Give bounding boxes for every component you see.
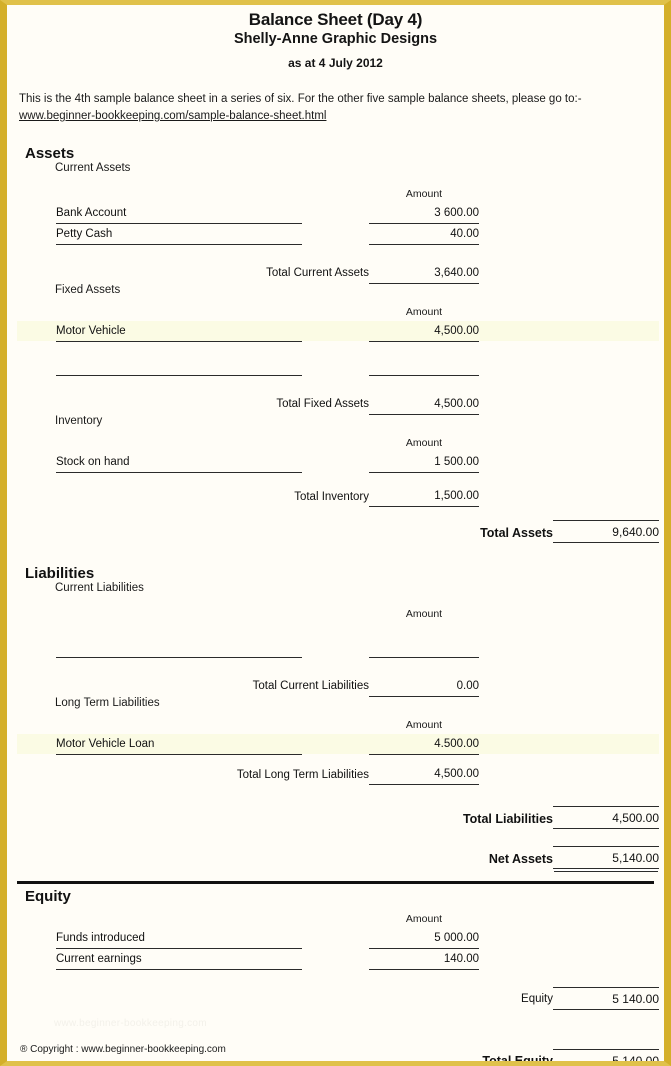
- line-item-amount[interactable]: [369, 355, 479, 376]
- group-label-inventory: Inventory: [55, 414, 103, 427]
- line-item-label[interactable]: Current earnings: [56, 948, 302, 970]
- line-item-amount[interactable]: 5 000.00: [369, 927, 479, 949]
- page-title: Balance Sheet (Day 4): [248, 10, 423, 29]
- group-label-current-assets: Current Assets: [55, 162, 131, 174]
- grand-total-row: Total Liabilities 4,500.00: [17, 806, 659, 829]
- line-item-amount[interactable]: 4,500.00: [369, 320, 479, 342]
- line-item-label[interactable]: Funds introduced: [56, 927, 302, 949]
- line-item-label[interactable]: Petty Cash: [56, 223, 302, 245]
- table-row: Funds introduced 5 000.00: [17, 927, 659, 949]
- table-row: Petty Cash 40.00: [17, 223, 659, 245]
- line-item-label[interactable]: Stock on hand: [56, 451, 302, 473]
- total-assets-amount: 9,640.00: [553, 520, 659, 543]
- net-assets-row: Net Assets 5,140.00: [17, 846, 659, 869]
- total-liabilities-amount: 4,500.00: [553, 806, 659, 829]
- line-item-label[interactable]: [56, 637, 302, 658]
- line-item-amount[interactable]: [369, 637, 479, 658]
- equity-subtotal-amount: 5 140.00: [553, 986, 659, 1010]
- line-item-label[interactable]: [56, 355, 302, 376]
- subtotal-label: Total Fixed Assets: [276, 398, 369, 410]
- equity-subtotal-label: Equity: [521, 993, 553, 1005]
- intro-text: This is the 4th sample balance sheet in …: [19, 93, 582, 105]
- subtotal-row: Total Current Assets 3,640.00: [17, 262, 659, 284]
- equity-table: Amount Funds introduced 5 000.00 Current…: [17, 905, 659, 1066]
- company-name: Shelly-Anne Graphic Designs: [233, 31, 438, 47]
- statement-date: as at 4 July 2012: [288, 56, 383, 70]
- total-equity-amount: 5,140.00: [553, 1048, 659, 1061]
- table-row: Current earnings 140.00: [17, 948, 659, 970]
- grand-total-row: Total Assets 9,640.00: [17, 520, 659, 543]
- subtotal-label: Total Long Term Liabilities: [236, 768, 369, 781]
- line-item-amount[interactable]: 40.00: [369, 223, 479, 245]
- line-item-amount[interactable]: 140.00: [369, 948, 479, 970]
- table-row: Motor Vehicle Loan 4.500.00: [17, 733, 659, 755]
- subtotal-row: Total Long Term Liabilities 4,500.00: [17, 764, 659, 785]
- inventory-table: Amount Stock on hand 1 500.00 Total Inve…: [17, 427, 659, 543]
- current-liabilities-table: Amount Total Current Liabilities 0.00: [17, 594, 659, 697]
- subtotal-row: Total Fixed Assets 4,500.00: [17, 393, 659, 415]
- line-item-label[interactable]: Motor Vehicle: [56, 320, 302, 342]
- total-equity-label: Total Equity: [482, 1054, 553, 1066]
- watermark: www.beginner-bookkeeping.com: [54, 1018, 207, 1029]
- line-item-amount[interactable]: 3 600.00: [369, 203, 479, 224]
- sample-balance-sheet-link[interactable]: www.beginner-bookkeeping.com/sample-bala…: [19, 108, 326, 125]
- net-assets-amount: 5,140.00: [553, 846, 659, 869]
- total-liabilities-label: Total Liabilities: [462, 811, 553, 826]
- balance-sheet-body: Balance Sheet (Day 4) Shelly-Anne Graphi…: [7, 5, 664, 1061]
- net-assets-label: Net Assets: [488, 851, 553, 866]
- group-label-fixed-assets: Fixed Assets: [55, 283, 121, 296]
- subtotal-row: Total Current Liabilities 0.00: [17, 675, 659, 697]
- table-row: Stock on hand 1 500.00: [17, 451, 659, 473]
- line-item-label[interactable]: Bank Account: [56, 203, 302, 224]
- subtotal-amount: 1,500.00: [369, 486, 479, 507]
- subtotal-amount: 4,500.00: [369, 393, 479, 415]
- line-item-amount[interactable]: 4.500.00: [369, 733, 479, 755]
- section-title-liabilities: Liabilities: [25, 565, 95, 582]
- line-item-amount[interactable]: 1 500.00: [369, 451, 479, 473]
- table-row: [17, 355, 659, 376]
- table-row: Bank Account 3 600.00: [17, 203, 659, 224]
- intro-paragraph: This is the 4th sample balance sheet in …: [17, 91, 654, 125]
- copyright-notice: ® Copyright : www.beginner-bookkeeping.c…: [20, 1044, 226, 1055]
- group-label-long-term-liabilities: Long Term Liabilities: [55, 696, 160, 709]
- equity-divider: [17, 880, 654, 884]
- current-assets-table: Amount Bank Account 3 600.00 Petty Cash …: [17, 174, 659, 284]
- group-label-current-liabilities: Current Liabilities: [55, 582, 144, 594]
- total-assets-label: Total Assets: [480, 525, 553, 540]
- table-row: Motor Vehicle 4,500.00: [17, 320, 659, 342]
- subtotal-row: Total Inventory 1,500.00: [17, 486, 659, 507]
- section-title-assets: Assets: [25, 145, 75, 162]
- amount-column-header: Amount: [405, 436, 443, 449]
- section-title-equity: Equity: [25, 887, 71, 905]
- amount-column-header: Amount: [405, 718, 443, 731]
- subtotal-amount: 0.00: [369, 675, 479, 697]
- line-item-label[interactable]: Motor Vehicle Loan: [56, 733, 302, 755]
- amount-column-header: Amount: [405, 912, 443, 925]
- subtotal-label: Total Current Assets: [266, 267, 369, 279]
- balance-sheet-page: Balance Sheet (Day 4) Shelly-Anne Graphi…: [0, 0, 671, 1066]
- long-term-liabilities-table: Amount Motor Vehicle Loan 4.500.00 Total…: [17, 709, 659, 881]
- fixed-assets-table: Amount Motor Vehicle 4,500.00 Total Fixe…: [17, 296, 659, 415]
- table-row: [17, 637, 659, 658]
- subtotal-label: Total Inventory: [294, 490, 369, 503]
- document-header: Balance Sheet (Day 4) Shelly-Anne Graphi…: [17, 5, 654, 72]
- subtotal-label: Total Current Liabilities: [252, 680, 369, 692]
- amount-column-header: Amount: [405, 188, 443, 200]
- subtotal-amount: 3,640.00: [369, 262, 479, 284]
- amount-column-header: Amount: [405, 305, 443, 318]
- subtotal-amount: 4,500.00: [369, 764, 479, 785]
- equity-subtotal-row: Equity 5 140.00: [17, 986, 659, 1010]
- amount-column-header: Amount: [405, 608, 443, 620]
